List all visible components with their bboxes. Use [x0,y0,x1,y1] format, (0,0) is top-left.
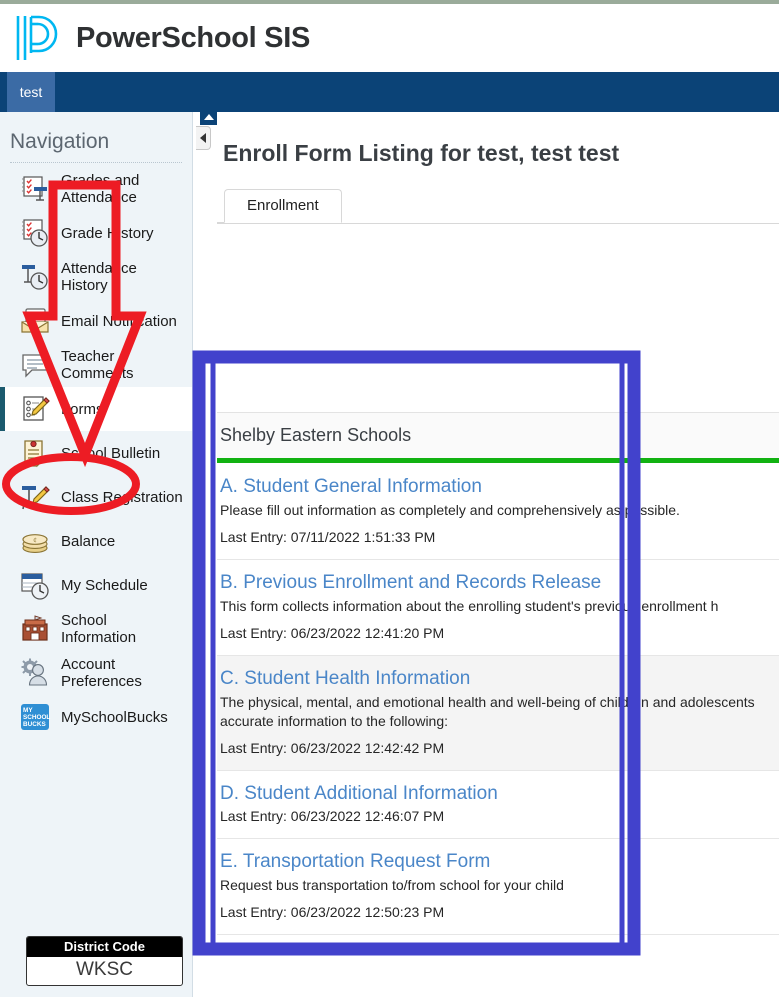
sidebar-item-grades-and-attendance[interactable]: Grades and Attendance [0,167,192,211]
sidebar-item-label: My Schedule [61,576,148,594]
form-row[interactable]: E. Transportation Request Form Request b… [217,839,779,935]
form-title-link[interactable]: C. Student Health Information [220,668,771,690]
caret-left-icon[interactable] [196,126,211,150]
forms-list: A. Student General Information Please fi… [217,464,779,935]
page-title: Enroll Form Listing for test, test test [223,140,620,166]
sidebar-item-class-registration[interactable]: Class Registration [0,475,192,519]
form-last-entry: Last Entry: 06/23/2022 12:46:07 PM [220,808,445,824]
sidebar-item-label: Class Registration [61,488,183,506]
form-title-link[interactable]: B. Previous Enrollment and Records Relea… [220,572,771,594]
svg-text:MY: MY [23,707,33,714]
form-row[interactable]: B. Previous Enrollment and Records Relea… [217,560,779,656]
school-header: Shelby Eastern Schools [217,412,779,463]
sidebar-item-email-notification[interactable]: Email Notification [0,299,192,343]
forms-icon [19,393,51,425]
student-tab-test[interactable]: test [7,72,55,112]
powerschool-p-logo-icon [16,15,58,60]
sidebar-item-grade-history[interactable]: Grade History [0,211,192,255]
teacher-comments-icon [19,349,51,381]
sidebar-item-label: Attendance History [61,260,137,294]
sidebar-item-label: Forms [61,400,104,418]
form-title-link[interactable]: E. Transportation Request Form [220,851,771,873]
form-description: This form collects information about the… [220,598,719,614]
form-row[interactable]: A. Student General Information Please fi… [217,464,779,560]
brand-title: PowerSchool SIS [76,21,310,54]
svg-text:¢: ¢ [33,536,37,544]
sidebar-item-teacher-comments[interactable]: Teacher Comments [0,343,192,387]
sidebar-item-label: Grade History [61,224,154,242]
email-notification-icon [19,305,51,337]
form-row[interactable]: D. Student Additional Information Last E… [217,771,779,839]
sidebar-item-label: School Bulletin [61,444,161,462]
balance-icon: ¢ [19,525,51,557]
form-title-link[interactable]: D. Student Additional Information [220,783,771,805]
tab-strip: Enrollment [217,189,779,224]
sidebar-item-label: Grades and Attendance [61,172,140,206]
form-row[interactable]: C. Student Health Information The physic… [217,656,779,771]
sidebar-item-label: Email Notification [61,312,177,330]
grade-history-icon [19,217,51,249]
caret-up-icon[interactable] [200,108,217,125]
district-code-label: District Code [27,937,182,957]
form-description: Please fill out information as completel… [220,502,680,518]
form-last-entry: Last Entry: 06/23/2022 12:41:20 PM [220,625,445,641]
my-schedule-icon [19,569,51,601]
district-code-value: WKSC [76,959,133,980]
sidebar-item-balance[interactable]: ¢ Balance [0,519,192,563]
brand-header: PowerSchool SIS [0,0,779,72]
green-divider [217,458,779,463]
school-bulletin-icon [19,437,51,469]
sidebar-item-label: Teacher Comments [61,348,134,382]
sidebar-item-label: MySchoolBucks [61,708,168,726]
sidebar-item-my-schedule[interactable]: My Schedule [0,563,192,607]
sidebar-item-forms[interactable]: Forms [0,387,192,431]
tab-enrollment[interactable]: Enrollment [224,189,342,223]
navigation-title: Navigation [10,130,110,153]
attendance-history-icon [19,261,51,293]
sidebar-item-school-information[interactable]: School Information [0,607,192,651]
main-content: Enroll Form Listing for test, test test … [217,112,779,997]
school-information-icon [19,613,51,645]
sidebar-item-label: School Information [61,612,137,646]
navigation-divider [10,162,182,163]
form-last-entry: Last Entry: 06/23/2022 12:42:42 PM [220,740,445,756]
district-code-box: District Code WKSC [26,936,183,986]
form-description: Request bus transportation to/from schoo… [220,877,564,893]
sidebar-item-account-preferences[interactable]: Account Preferences [0,651,192,695]
form-title-link[interactable]: A. Student General Information [220,476,771,498]
school-name: Shelby Eastern Schools [220,425,412,445]
svg-text:BUCKS: BUCKS [23,721,46,728]
class-registration-icon [19,481,51,513]
navigation-sidebar: Navigation Grades and Attendance Grade H… [0,112,193,997]
sidebar-item-school-bulletin[interactable]: School Bulletin [0,431,192,475]
myschoolbucks-icon: MY SCHOOL BUCKS [19,701,51,733]
form-last-entry: Last Entry: 07/11/2022 1:51:33 PM [220,529,436,545]
svg-text:SCHOOL: SCHOOL [23,714,50,721]
student-selector-bar: test [0,72,779,112]
sidebar-item-label: Balance [61,532,116,550]
grades-attendance-icon [19,173,51,205]
form-last-entry: Last Entry: 06/23/2022 12:50:23 PM [220,904,445,920]
form-description: The physical, mental, and emotional heal… [220,694,755,729]
account-preferences-icon [19,657,51,689]
sidebar-item-attendance-history[interactable]: Attendance History [0,255,192,299]
sidebar-item-label: Account Preferences [61,656,142,690]
sidebar-item-myschoolbucks[interactable]: MY SCHOOL BUCKS MySchoolBucks [0,695,192,739]
